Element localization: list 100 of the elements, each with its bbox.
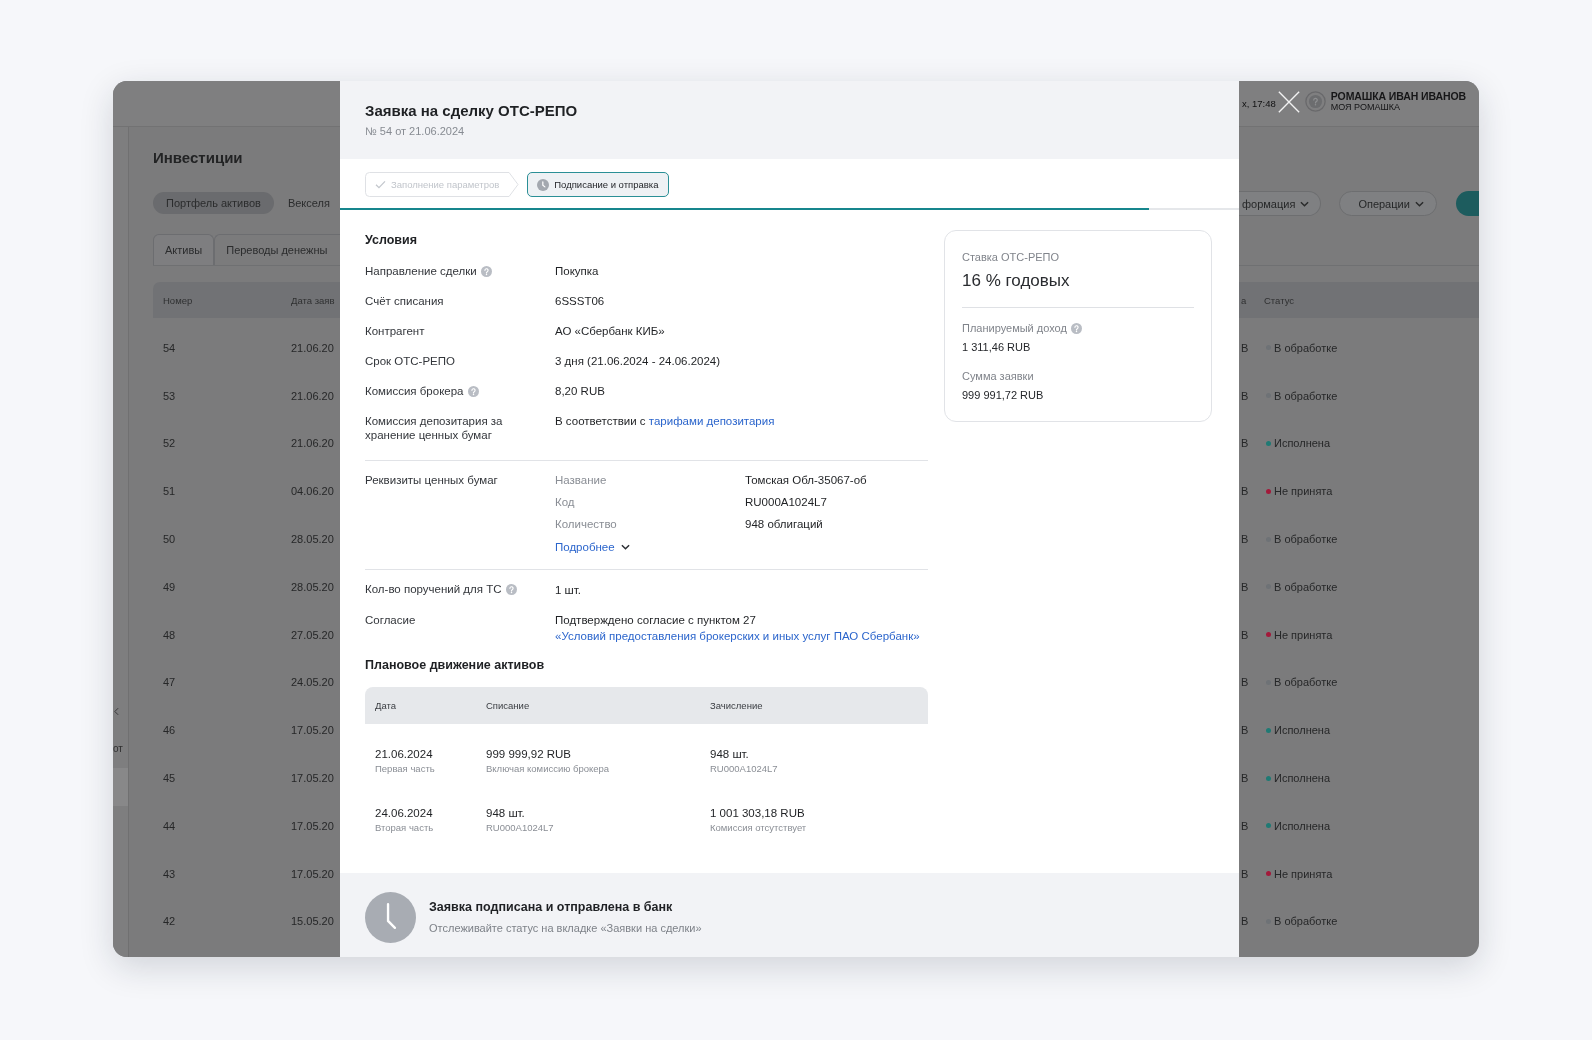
- status-text: В обработке: [1274, 389, 1338, 402]
- column-header: Зачисление: [710, 699, 763, 711]
- cell-note: Вторая часть: [375, 820, 435, 834]
- section-title: Условия: [365, 232, 418, 248]
- step-tab[interactable]: Подписание и отправка: [527, 172, 670, 197]
- help-icon[interactable]: [1070, 322, 1082, 334]
- table-cell: 04.06.20: [291, 485, 334, 498]
- field-value: 3 дня (21.06.2024 - 24.06.2024): [555, 354, 722, 368]
- table-cell-text: B: [1241, 915, 1250, 928]
- status-text: В обработке: [1274, 915, 1338, 928]
- column-header: а: [1241, 294, 1248, 306]
- table-cell-text: B: [1241, 819, 1250, 832]
- property-name: Количество: [555, 517, 618, 531]
- property-value: RU000A1024L7: [745, 495, 828, 509]
- close-icon[interactable]: [1277, 90, 1300, 113]
- field-value: 8,20 RUB: [555, 384, 606, 398]
- field-value: АО «Сбербанк КИБ»: [555, 324, 666, 338]
- summary-label: Сумма заявки: [962, 369, 1034, 383]
- property-value: Томская Обл-35067-об: [745, 473, 867, 487]
- table-cell: 21.06.20: [291, 437, 334, 450]
- segment-pill[interactable]: Векселя: [285, 192, 332, 214]
- status-text: В обработке: [1274, 580, 1338, 593]
- status-text: Не принята: [1274, 628, 1333, 641]
- more-link[interactable]: Подробнее: [555, 540, 630, 554]
- table-cell-text: 46: [163, 724, 177, 737]
- table-cell-text: 948 шт.: [710, 746, 750, 762]
- check-icon: [375, 180, 386, 189]
- banner-title: Заявка подписана и отправлена в банк: [429, 898, 674, 915]
- table-cell: 27.05.20: [291, 628, 334, 641]
- table-cell-text: B: [1241, 772, 1250, 785]
- summary-label: Планируемый доход: [962, 321, 1067, 335]
- table-cell-text: 21.06.2024: [375, 746, 434, 762]
- table-cell-text: 49: [163, 580, 177, 593]
- table-cell-text: B: [1241, 341, 1250, 354]
- cell-note: RU000A1024L7: [486, 820, 555, 834]
- table-cell-text: B: [1241, 485, 1250, 498]
- table-cell-text: 42: [163, 915, 177, 928]
- table-cell-text: B: [1241, 676, 1250, 689]
- table-cell: 17.05.20: [291, 867, 334, 880]
- tab[interactable]: Активы: [153, 234, 215, 265]
- status-text: Не принята: [1274, 867, 1333, 880]
- table-cell-text: 24.06.2024: [375, 805, 434, 821]
- help-icon[interactable]: [467, 385, 479, 397]
- table-cell: 17.05.20: [291, 772, 334, 785]
- table-cell-text: 54: [163, 341, 177, 354]
- summary-value: 1 311,46 RUB: [962, 340, 1032, 354]
- terms-link[interactable]: «Условий предоставления брокерских и иных услуг ПАО Сбербанк»: [555, 630, 920, 642]
- question-circle-icon[interactable]: [1304, 91, 1326, 112]
- status-text: Исполнена: [1274, 437, 1331, 450]
- table-cell-text: B: [1241, 628, 1250, 641]
- table-cell-text: 48: [163, 628, 177, 641]
- chevron-left-icon[interactable]: [114, 707, 119, 716]
- table-cell-text: B: [1241, 580, 1250, 593]
- status-text: Не принята: [1274, 485, 1333, 498]
- field-label: Направление сделки: [365, 264, 477, 278]
- column-header: Дата заяв: [291, 294, 335, 306]
- column-header: Списание: [486, 699, 531, 711]
- table-cell-text: B: [1241, 724, 1250, 737]
- property-name: Код: [555, 495, 576, 509]
- field-value: В соответствии с тарифами депозитария: [555, 414, 776, 428]
- user-name: РОМАШКА ИВАН ИВАНОВ: [1330, 89, 1466, 102]
- field-label: Кол-во поручений для ТС: [365, 582, 502, 596]
- status-text: В обработке: [1274, 533, 1338, 546]
- table-cell-text: 52: [163, 437, 177, 450]
- status-text: В обработке: [1274, 341, 1338, 354]
- dropdown-button[interactable]: формация: [1239, 191, 1322, 216]
- table-cell: 17.05.20: [291, 819, 334, 832]
- section-title: Плановое движение активов: [365, 656, 546, 673]
- help-icon[interactable]: [480, 265, 492, 277]
- modal-title: Заявка на сделку ОТС-РЕПО: [365, 101, 579, 121]
- table-cell-text: 45: [163, 772, 177, 785]
- chevron-down-icon: [1300, 200, 1310, 207]
- field-value: Подтверждено согласие с пунктом 27 «Условий предоставления брокерских и иных услуг ПАО Сбербанк»: [555, 612, 921, 644]
- chevron-down-icon: [1414, 200, 1424, 207]
- cell-note: Включая комиссию брокера: [486, 761, 611, 775]
- table-cell-text: B: [1241, 389, 1250, 402]
- field-label: Согласие: [365, 612, 416, 627]
- table-cell-text: 51: [163, 485, 177, 498]
- table-cell-text: 948 шт.: [486, 805, 526, 821]
- status-text: В обработке: [1274, 676, 1338, 689]
- table-cell-text: 1 001 303,18 RUB: [710, 805, 806, 821]
- table-cell: 28.05.20: [291, 580, 334, 593]
- cell-note: Первая часть: [375, 761, 436, 775]
- sidebar-label: от: [113, 743, 123, 755]
- table-cell-text: B: [1241, 867, 1250, 880]
- dropdown-button[interactable]: Операции: [1339, 191, 1437, 216]
- segment-pill[interactable]: Портфель активов: [153, 192, 274, 214]
- field-label: Комиссия депозитария за хранение ценных бумаг: [365, 414, 504, 442]
- rate-label: Ставка ОТС-РЕПО: [962, 250, 1061, 264]
- table-cell-text: 53: [163, 389, 177, 402]
- table-cell-text: 999 999,92 RUB: [486, 746, 573, 762]
- table-cell-text: 43: [163, 867, 177, 880]
- field-label: Контрагент: [365, 324, 425, 338]
- tariff-link[interactable]: тарифами депозитария: [648, 415, 775, 427]
- table-cell-text: 50: [163, 533, 177, 546]
- field-value: 6SSST06: [555, 294, 606, 308]
- action-button[interactable]: [1456, 191, 1479, 216]
- user-organization: МОЯ РОМАШКА: [1330, 101, 1401, 113]
- help-icon[interactable]: [505, 583, 517, 595]
- table-cell: 24.05.20: [291, 676, 334, 689]
